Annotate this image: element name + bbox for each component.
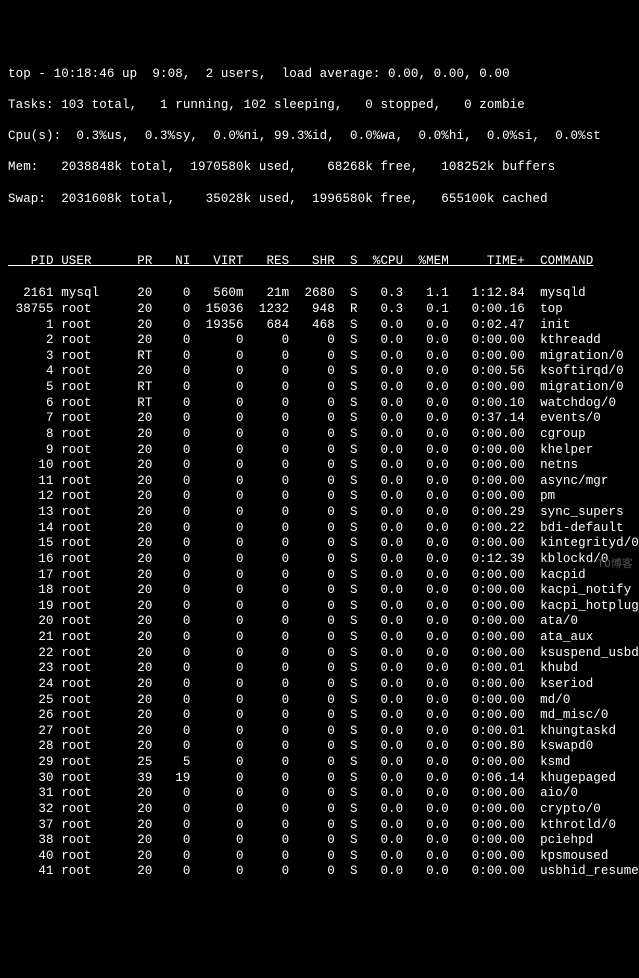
process-row[interactable]: 29 root 25 5 0 0 0 S 0.0 0.0 0:00.00 ksm… (8, 755, 631, 771)
summary-line-mem: Mem: 2038848k total, 1970580k used, 6826… (8, 160, 631, 176)
process-row[interactable]: 32 root 20 0 0 0 0 S 0.0 0.0 0:00.00 cry… (8, 802, 631, 818)
process-row[interactable]: 7 root 20 0 0 0 0 S 0.0 0.0 0:37.14 even… (8, 411, 631, 427)
summary-line-tasks: Tasks: 103 total, 1 running, 102 sleepin… (8, 98, 631, 114)
process-row[interactable]: 11 root 20 0 0 0 0 S 0.0 0.0 0:00.00 asy… (8, 474, 631, 490)
process-row[interactable]: 9 root 20 0 0 0 0 S 0.0 0.0 0:00.00 khel… (8, 443, 631, 459)
process-row[interactable]: 2161 mysql 20 0 560m 21m 2680 S 0.3 1.1 … (8, 286, 631, 302)
process-row[interactable]: 19 root 20 0 0 0 0 S 0.0 0.0 0:00.00 kac… (8, 599, 631, 615)
process-row[interactable]: 13 root 20 0 0 0 0 S 0.0 0.0 0:00.29 syn… (8, 505, 631, 521)
blank-line (8, 223, 631, 239)
process-row[interactable]: 15 root 20 0 0 0 0 S 0.0 0.0 0:00.00 kin… (8, 536, 631, 552)
process-row[interactable]: 26 root 20 0 0 0 0 S 0.0 0.0 0:00.00 md_… (8, 708, 631, 724)
column-header-row[interactable]: PID USER PR NI VIRT RES SHR S %CPU %MEM … (8, 254, 631, 271)
process-table[interactable]: 2161 mysql 20 0 560m 21m 2680 S 0.3 1.1 … (8, 286, 631, 880)
process-row[interactable]: 6 root RT 0 0 0 0 S 0.0 0.0 0:00.10 watc… (8, 396, 631, 412)
process-row[interactable]: 27 root 20 0 0 0 0 S 0.0 0.0 0:00.01 khu… (8, 724, 631, 740)
process-row[interactable]: 23 root 20 0 0 0 0 S 0.0 0.0 0:00.01 khu… (8, 661, 631, 677)
process-row[interactable]: 8 root 20 0 0 0 0 S 0.0 0.0 0:00.00 cgro… (8, 427, 631, 443)
process-row[interactable]: 37 root 20 0 0 0 0 S 0.0 0.0 0:00.00 kth… (8, 818, 631, 834)
process-row[interactable]: 41 root 20 0 0 0 0 S 0.0 0.0 0:00.00 usb… (8, 864, 631, 880)
summary-line-cpu: Cpu(s): 0.3%us, 0.3%sy, 0.0%ni, 99.3%id,… (8, 129, 631, 145)
process-row[interactable]: 28 root 20 0 0 0 0 S 0.0 0.0 0:00.80 ksw… (8, 739, 631, 755)
process-row[interactable]: 30 root 39 19 0 0 0 S 0.0 0.0 0:06.14 kh… (8, 771, 631, 787)
process-row[interactable]: 38 root 20 0 0 0 0 S 0.0 0.0 0:00.00 pci… (8, 833, 631, 849)
process-row[interactable]: 1 root 20 0 19356 684 468 S 0.0 0.0 0:02… (8, 318, 631, 334)
process-row[interactable]: 5 root RT 0 0 0 0 S 0.0 0.0 0:00.00 migr… (8, 380, 631, 396)
process-row[interactable]: 40 root 20 0 0 0 0 S 0.0 0.0 0:00.00 kps… (8, 849, 631, 865)
process-row[interactable]: 38755 root 20 0 15036 1232 948 R 0.3 0.1… (8, 302, 631, 318)
process-row[interactable]: 10 root 20 0 0 0 0 S 0.0 0.0 0:00.00 net… (8, 458, 631, 474)
process-row[interactable]: 31 root 20 0 0 0 0 S 0.0 0.0 0:00.00 aio… (8, 786, 631, 802)
process-row[interactable]: 22 root 20 0 0 0 0 S 0.0 0.0 0:00.00 ksu… (8, 646, 631, 662)
process-row[interactable]: 16 root 20 0 0 0 0 S 0.0 0.0 0:12.39 kbl… (8, 552, 631, 568)
process-row[interactable]: 25 root 20 0 0 0 0 S 0.0 0.0 0:00.00 md/… (8, 693, 631, 709)
process-row[interactable]: 21 root 20 0 0 0 0 S 0.0 0.0 0:00.00 ata… (8, 630, 631, 646)
process-row[interactable]: 20 root 20 0 0 0 0 S 0.0 0.0 0:00.00 ata… (8, 614, 631, 630)
process-row[interactable]: 12 root 20 0 0 0 0 S 0.0 0.0 0:00.00 pm (8, 489, 631, 505)
summary-line-top: top - 10:18:46 up 9:08, 2 users, load av… (8, 67, 631, 83)
process-row[interactable]: 14 root 20 0 0 0 0 S 0.0 0.0 0:00.22 bdi… (8, 521, 631, 537)
process-row[interactable]: 18 root 20 0 0 0 0 S 0.0 0.0 0:00.00 kac… (8, 583, 631, 599)
process-row[interactable]: 4 root 20 0 0 0 0 S 0.0 0.0 0:00.56 ksof… (8, 364, 631, 380)
process-row[interactable]: 2 root 20 0 0 0 0 S 0.0 0.0 0:00.00 kthr… (8, 333, 631, 349)
process-row[interactable]: 3 root RT 0 0 0 0 S 0.0 0.0 0:00.00 migr… (8, 349, 631, 365)
summary-line-swap: Swap: 2031608k total, 35028k used, 19965… (8, 192, 631, 208)
process-row[interactable]: 24 root 20 0 0 0 0 S 0.0 0.0 0:00.00 kse… (8, 677, 631, 693)
